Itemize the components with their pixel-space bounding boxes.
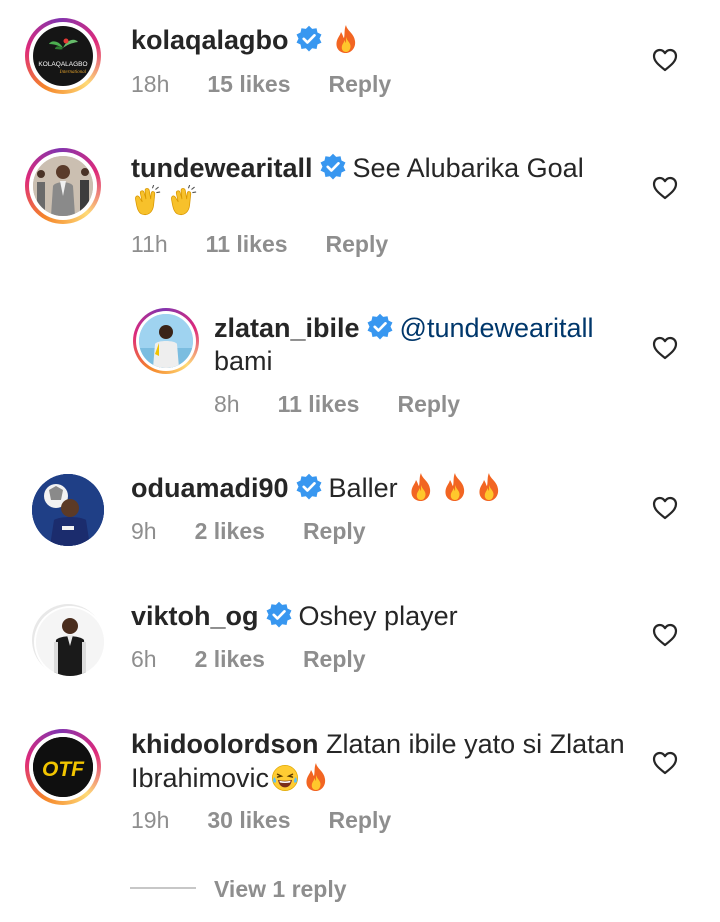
clap-emoji-icon bbox=[131, 185, 161, 217]
comment-text-line: oduamadi90 Baller bbox=[131, 471, 506, 505]
comment-time: 18h bbox=[131, 71, 170, 97]
avatar[interactable]: OTF bbox=[33, 737, 93, 797]
comment-text-continued: Ibrahimovic bbox=[131, 763, 270, 793]
username[interactable]: zlatan_ibile bbox=[214, 313, 360, 343]
reply-button[interactable]: Reply bbox=[397, 391, 460, 417]
avatar[interactable] bbox=[36, 608, 104, 676]
comment-text-line-2 bbox=[131, 185, 197, 220]
avatar-story-ring[interactable]: KOLAQALAGBO International bbox=[25, 18, 101, 94]
reply-button[interactable]: Reply bbox=[329, 71, 392, 97]
comment-text-line-2: Ibrahimovic bbox=[131, 761, 331, 795]
comment-time: 8h bbox=[214, 391, 240, 417]
heart-outline-icon[interactable] bbox=[652, 336, 678, 360]
verified-badge-icon bbox=[265, 601, 293, 629]
comment-text-line: zlatan_ibile @tundewearitall bbox=[214, 311, 594, 345]
avatar-frame bbox=[29, 152, 97, 220]
avatar-frame: OTF bbox=[29, 733, 97, 801]
verified-badge-icon bbox=[319, 153, 347, 181]
comment-text: Baller bbox=[328, 473, 398, 503]
likes-count[interactable]: 30 likes bbox=[207, 807, 290, 833]
heart-outline-icon[interactable] bbox=[652, 496, 678, 520]
reply-button[interactable]: Reply bbox=[303, 518, 366, 544]
avatar-brand-subtext: International bbox=[59, 70, 87, 75]
avatar-photo-icon bbox=[32, 474, 104, 546]
avatar-frame bbox=[136, 311, 196, 371]
heart-outline-icon[interactable] bbox=[652, 623, 678, 647]
comment-meta: 6h 2 likes Reply bbox=[131, 646, 366, 673]
heart-outline-icon[interactable] bbox=[652, 751, 678, 775]
avatar-logo-icon: OTF bbox=[33, 737, 93, 797]
likes-count[interactable]: 11 likes bbox=[278, 391, 360, 417]
laughing-emoji-icon bbox=[271, 764, 299, 792]
view-replies-label[interactable]: View 1 reply bbox=[214, 876, 347, 903]
verified-badge-icon bbox=[295, 25, 323, 53]
comment-text: Oshey player bbox=[298, 601, 458, 631]
comment-time: 6h bbox=[131, 646, 157, 672]
avatar-logo-icon: KOLAQALAGBO International bbox=[38, 38, 88, 75]
reply-button[interactable]: Reply bbox=[329, 807, 392, 833]
username[interactable]: khidoolordson bbox=[131, 729, 318, 759]
comment-meta: 8h 11 likes Reply bbox=[214, 391, 460, 418]
avatar[interactable]: KOLAQALAGBO International bbox=[33, 26, 93, 86]
heart-outline-icon[interactable] bbox=[652, 176, 678, 200]
comment-text-line: kolaqalagbo bbox=[131, 23, 363, 57]
likes-count[interactable]: 15 likes bbox=[207, 71, 290, 97]
comment-text-line-2: bami bbox=[214, 344, 273, 378]
comment-time: 11h bbox=[131, 231, 168, 257]
likes-count[interactable]: 2 likes bbox=[195, 518, 265, 544]
comment-meta: 9h 2 likes Reply bbox=[131, 518, 366, 545]
comment-text: bami bbox=[214, 346, 273, 376]
comment-text-line: tundewearitall See Alubarika Goal bbox=[131, 151, 584, 185]
avatar-brand-text: OTF bbox=[42, 758, 85, 781]
avatar-frame: KOLAQALAGBO International bbox=[29, 22, 97, 90]
avatar[interactable] bbox=[139, 314, 193, 368]
verified-badge-icon bbox=[366, 313, 394, 341]
username[interactable]: viktoh_og bbox=[131, 601, 259, 631]
comment-meta: 18h 15 likes Reply bbox=[131, 71, 391, 98]
heart-outline-icon[interactable] bbox=[652, 48, 678, 72]
fire-emoji-icon bbox=[408, 472, 434, 502]
avatar-photo-icon bbox=[36, 608, 104, 676]
comment-meta: 11h 11 likes Reply bbox=[131, 231, 388, 258]
comment-text: Zlatan ibile yato si Zlatan bbox=[326, 729, 625, 759]
fire-emoji-icon bbox=[476, 472, 502, 502]
comment-meta: 19h 30 likes Reply bbox=[131, 807, 391, 834]
username[interactable]: oduamadi90 bbox=[131, 473, 289, 503]
avatar-story-ring[interactable] bbox=[133, 308, 199, 374]
view-replies-divider bbox=[130, 887, 196, 889]
avatar-frame[interactable] bbox=[32, 474, 104, 546]
username[interactable]: tundewearitall bbox=[131, 153, 313, 183]
mention-link[interactable]: @tundewearitall bbox=[400, 313, 594, 343]
comment-text-line: viktoh_og Oshey player bbox=[131, 599, 458, 633]
avatar-frame[interactable] bbox=[32, 604, 106, 678]
avatar-frame-inner bbox=[34, 606, 106, 678]
username[interactable]: kolaqalagbo bbox=[131, 25, 289, 55]
avatar[interactable] bbox=[33, 156, 93, 216]
comment-time: 9h bbox=[131, 518, 157, 544]
reply-button[interactable]: Reply bbox=[303, 646, 366, 672]
view-replies-button[interactable]: View 1 reply bbox=[130, 876, 720, 904]
fire-emoji-icon bbox=[442, 472, 468, 502]
comment-text-line: khidoolordson Zlatan ibile yato si Zlata… bbox=[131, 727, 625, 761]
avatar-story-ring[interactable]: OTF bbox=[25, 729, 101, 805]
comment-text: See Alubarika Goal bbox=[352, 153, 584, 183]
comment-time: 19h bbox=[131, 807, 170, 833]
avatar-story-ring[interactable] bbox=[25, 148, 101, 224]
likes-count[interactable]: 2 likes bbox=[195, 646, 265, 672]
avatar-photo-icon bbox=[33, 156, 93, 216]
reply-button[interactable]: Reply bbox=[326, 231, 389, 257]
fire-emoji-icon bbox=[303, 762, 329, 792]
fire-emoji-icon bbox=[333, 24, 359, 54]
verified-badge-icon bbox=[295, 473, 323, 501]
likes-count[interactable]: 11 likes bbox=[206, 231, 288, 257]
avatar[interactable] bbox=[32, 474, 104, 546]
clap-emoji-icon bbox=[167, 185, 197, 217]
avatar-brand-text: KOLAQALAGBO bbox=[38, 61, 87, 68]
avatar-photo-icon bbox=[139, 314, 193, 368]
